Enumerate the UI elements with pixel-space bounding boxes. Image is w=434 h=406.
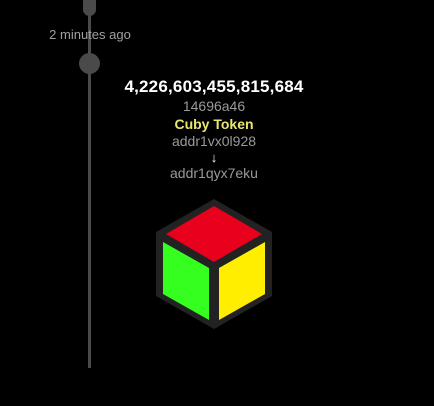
arrow-down-icon: ↓ xyxy=(210,150,218,165)
from-address-link[interactable]: addr1vx0l928 xyxy=(100,133,328,150)
to-address-link[interactable]: addr1qyx7eku xyxy=(100,165,328,182)
transaction-hash-link[interactable]: 14696a46 xyxy=(100,97,328,115)
token-amount: 4,226,603,455,815,684 xyxy=(124,77,304,96)
token-name-link[interactable]: Cuby Token xyxy=(100,115,328,133)
timeline-dot xyxy=(79,53,100,74)
timestamp: 2 minutes ago xyxy=(49,27,131,42)
timeline-previous-node xyxy=(83,0,96,16)
cube-icon[interactable] xyxy=(154,196,274,332)
transaction-entry: 4,226,603,455,815,684 14696a46 Cuby Toke… xyxy=(100,77,328,182)
